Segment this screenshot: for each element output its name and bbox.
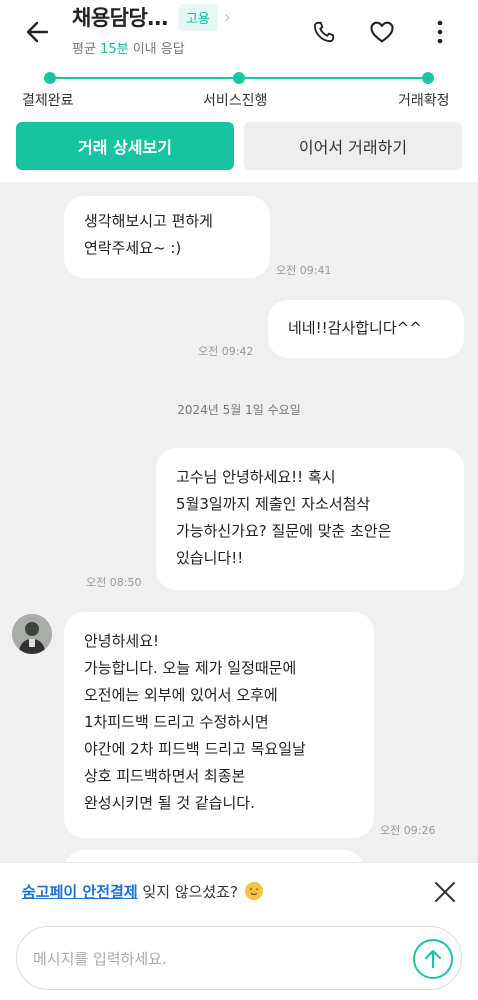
response-time-value: 15분 [100,42,129,57]
message-time: 오전 09:42 [198,345,254,358]
progress-step-in-progress: 서비스진행 [203,93,268,109]
more-button[interactable] [424,16,456,48]
close-icon [435,882,455,902]
heart-icon [370,21,394,43]
chat-partner-name: 채용담당… [72,6,168,30]
safe-payment-link[interactable]: 숨고페이 안전결제 [22,883,138,901]
profile-photo-icon [12,614,52,654]
banner-message: 잊지 않으셨죠? [137,883,238,901]
message-bubble-received: 생각해보시고 편하게 연락주세요~ :) [64,196,270,278]
message-time: 오전 09:41 [276,264,332,277]
message-line: 안녕하세요! [84,632,160,650]
progress-step-paid: 결제완료 [22,93,74,109]
message-line: 연락주세요~ :) [84,239,182,257]
message-bubble-sent: 고수님 안녕하세요!! 혹시 5월3일까지 제출인 자소서첨삭 가능하신가요? … [156,448,464,590]
chevron-right-icon: › [223,6,231,28]
arrow-left-icon [26,21,49,43]
message-bubble-received: 안녕하세요! 가능합니다. 오늘 제가 일정때문에 오전에는 외부에 있어서 오… [64,612,374,838]
continue-deal-button[interactable]: 이어서 거래하기 [244,122,462,170]
message-bubble-received-partial [64,850,364,862]
send-button[interactable] [413,939,453,979]
message-line: 5월3일까지 제출인 자소서첨삭 [176,495,371,513]
transaction-progress: 결제완료 서비스진행 거래확정 [0,66,478,116]
message-composer [16,926,462,990]
view-deal-details-button[interactable]: 거래 상세보기 [16,122,234,170]
response-time-prefix: 평균 [72,42,101,57]
phone-icon [313,21,335,43]
progress-step-confirmed: 거래확정 [398,93,450,109]
message-line: 네네!!감사합니다^^ [288,319,422,337]
avatar[interactable] [12,614,52,654]
close-banner-button[interactable] [432,879,458,905]
message-line: 가능합니다. 오늘 제가 일정때문에 [84,659,297,677]
message-line: 고수님 안녕하세요!! 혹시 [176,468,336,486]
favorite-button[interactable] [366,16,398,48]
safe-payment-banner: 숨고페이 안전결제 잊지 않으셨죠? [0,862,478,920]
title-row[interactable]: 채용담당… 고용 › [72,2,231,32]
category-badge: 고용 [177,3,218,31]
message-line: 야간에 2차 피드백 드리고 목요일날 [84,740,306,758]
banner-text: 숨고페이 안전결제 잊지 않으셨죠? [22,881,263,902]
back-button[interactable] [20,14,56,50]
more-vertical-icon [437,20,443,44]
message-input[interactable] [33,945,393,973]
response-time-suffix: 이내 응답 [128,42,185,57]
arrow-up-icon [424,949,442,969]
message-line: 있습니다!! [176,549,244,567]
message-time: 오전 09:26 [380,824,436,837]
call-button[interactable] [308,16,340,48]
progress-dot-in-progress [233,72,245,84]
message-line: 완성시키면 될 것 같습니다. [84,794,255,812]
date-separator: 2024년 5월 1일 수요일 [177,403,301,417]
response-time: 평균 15분 이내 응답 [72,38,185,57]
progress-dot-confirmed [422,72,434,84]
progress-dot-paid [44,72,56,84]
message-line: 가능하신가요? 질문에 맞춘 초안은 [176,522,392,540]
message-line: 오전에는 외부에 있어서 오후에 [84,686,278,704]
message-time: 오전 08:50 [86,576,142,589]
smile-emoji-icon [244,882,263,900]
chat-messages[interactable]: 생각해보시고 편하게 연락주세요~ :) 오전 09:41 네네!!감사합니다^… [0,182,478,862]
message-line: 생각해보시고 편하게 [84,212,213,230]
message-line: 1차피드백 드리고 수정하시면 [84,713,269,731]
chat-header: 채용담당… 고용 › 평균 15분 이내 응답 결제완료 서비스진행 거래확정 [0,0,478,120]
message-line: 상호 피드백하면서 최종본 [84,767,246,785]
message-bubble-sent: 네네!!감사합니다^^ [268,300,464,358]
